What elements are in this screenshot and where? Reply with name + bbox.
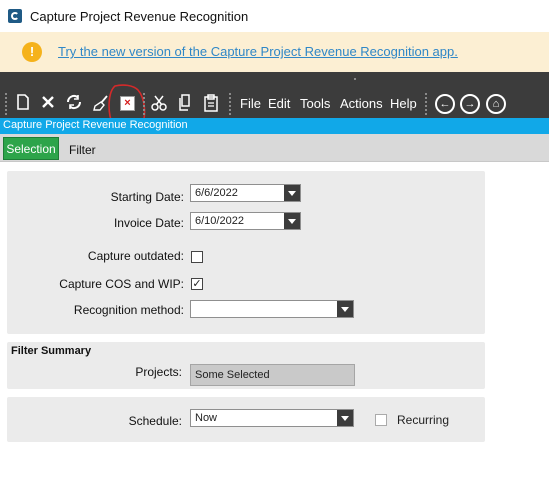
recognition-method-label: Recognition method: [73, 303, 184, 317]
toolbar-grip [354, 78, 356, 80]
schedule-value: Now [195, 412, 218, 424]
invoice-date-field[interactable]: 6/10/2022 [190, 212, 301, 230]
new-document-icon[interactable] [13, 94, 33, 114]
capture-outdated-label: Capture outdated: [87, 249, 184, 263]
schedule-label: Schedule: [128, 414, 182, 428]
invoice-date-value: 6/10/2022 [195, 215, 244, 227]
copy-icon[interactable] [175, 94, 195, 114]
app-logo-icon [8, 9, 22, 23]
recurring-checkbox[interactable] [375, 414, 387, 426]
tab-filter[interactable]: Filter [69, 143, 96, 157]
chevron-down-icon[interactable] [284, 213, 300, 229]
recurring-label: Recurring [397, 413, 450, 427]
menu-tools[interactable]: Tools [300, 96, 330, 111]
new-version-link[interactable]: Try the new version of the Capture Proje… [58, 44, 458, 59]
chevron-down-icon[interactable] [284, 185, 300, 201]
invoice-date-label: Invoice Date: [113, 216, 184, 230]
filter-summary-title: Filter Summary [11, 345, 92, 357]
home-icon[interactable]: ⌂ [486, 94, 506, 114]
projects-label: Projects: [135, 365, 182, 379]
toolbar-separator [229, 93, 231, 115]
refresh-icon[interactable] [64, 94, 84, 114]
form-title: Capture Project Revenue Recognition [3, 119, 188, 131]
menu-help[interactable]: Help [390, 96, 417, 111]
forward-arrow-icon[interactable]: → [460, 94, 480, 114]
projects-value: Some Selected [190, 364, 355, 386]
toolbar-separator [5, 93, 7, 115]
chevron-down-icon[interactable] [337, 410, 353, 426]
back-arrow-icon[interactable]: ← [435, 94, 455, 114]
toolbar-separator [143, 93, 145, 115]
starting-date-field[interactable]: 6/6/2022 [190, 184, 301, 202]
toolbar-separator [425, 93, 427, 115]
window-title: Capture Project Revenue Recognition [30, 9, 249, 24]
menu-file[interactable]: File [240, 96, 261, 111]
tab-selection[interactable]: Selection [3, 137, 59, 160]
warning-icon: ! [22, 42, 42, 62]
menu-actions[interactable]: Actions [340, 96, 383, 111]
starting-date-label: Starting Date: [110, 190, 184, 204]
capture-outdated-checkbox[interactable] [191, 251, 203, 263]
starting-date-value: 6/6/2022 [195, 187, 238, 199]
capture-cos-wip-checkbox[interactable]: ✓ [191, 278, 203, 290]
paste-icon[interactable] [201, 94, 221, 114]
capture-cos-wip-label: Capture COS and WIP: [59, 277, 184, 291]
schedule-field[interactable]: Now [190, 409, 354, 427]
recognition-method-field[interactable] [190, 300, 354, 318]
scissors-icon[interactable] [149, 94, 169, 114]
delete-icon[interactable] [38, 94, 58, 114]
menu-edit[interactable]: Edit [268, 96, 290, 111]
chevron-down-icon[interactable] [337, 301, 353, 317]
